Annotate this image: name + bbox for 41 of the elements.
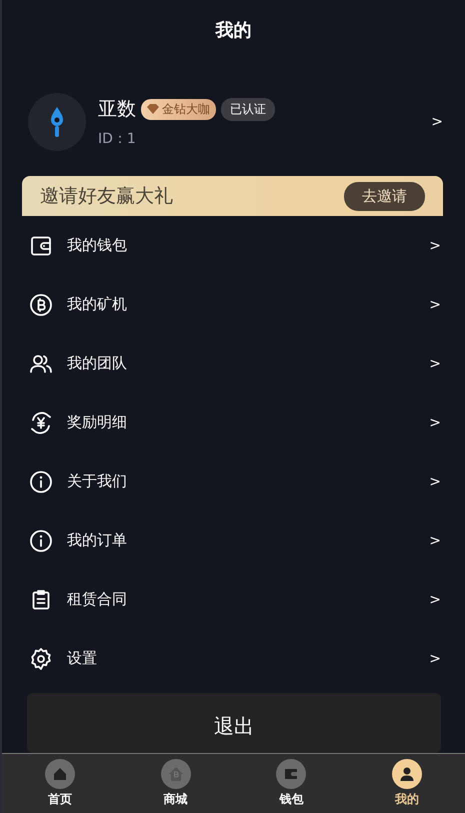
menu-item[interactable]: 我的订单	[67, 531, 416, 550]
wallet-icon	[283, 766, 300, 782]
drop-logo-icon	[49, 107, 65, 137]
menu-item[interactable]: 设置	[67, 649, 416, 668]
tab[interactable]: 商城	[118, 754, 234, 813]
chevron[interactable]: >	[429, 356, 441, 372]
tab[interactable]: 钱包	[234, 754, 350, 813]
menu-item[interactable]: 我的矿机	[67, 295, 416, 314]
chevron[interactable]: >	[429, 650, 441, 666]
settings-icon	[29, 646, 53, 670]
chevron[interactable]: >	[429, 238, 441, 254]
menu-item[interactable]: 我的团队	[67, 354, 416, 373]
user-icon	[399, 766, 416, 782]
chevron[interactable]: >	[429, 296, 441, 312]
tab[interactable]: 我的	[349, 754, 465, 813]
menu-item[interactable]: 租赁合同	[67, 590, 416, 609]
menu-item[interactable]: 关于我们	[67, 472, 416, 491]
verified-badge: 已认证	[221, 98, 275, 120]
wallet-icon	[29, 234, 53, 258]
bitcoin-house-icon	[168, 766, 184, 782]
user-id: ID：1	[98, 130, 137, 148]
user-name: 亚数	[98, 97, 136, 122]
invite-button[interactable]: 去邀请	[344, 182, 425, 210]
chevron[interactable]: >	[429, 532, 441, 548]
tab[interactable]: 首页	[2, 754, 118, 813]
chevron[interactable]: >	[429, 414, 441, 430]
banner-text: 邀请好友赢大礼	[40, 184, 173, 209]
chevron[interactable]: >	[429, 474, 441, 490]
info-icon	[29, 470, 53, 494]
menu-item[interactable]: 奖励明细	[67, 413, 416, 432]
diamond-icon	[147, 104, 159, 114]
logout-button[interactable]: 退出	[27, 693, 441, 753]
page-title: 我的	[216, 19, 252, 42]
yen-exchange-icon	[29, 410, 53, 434]
menu-item[interactable]: 我的钱包	[67, 236, 416, 255]
chevron[interactable]: >	[431, 114, 443, 130]
chevron[interactable]: >	[429, 592, 441, 608]
home-icon	[52, 766, 68, 782]
info-icon	[29, 528, 53, 552]
bitcoin-icon	[29, 292, 53, 316]
level-badge: 金钻大咖	[141, 98, 216, 120]
